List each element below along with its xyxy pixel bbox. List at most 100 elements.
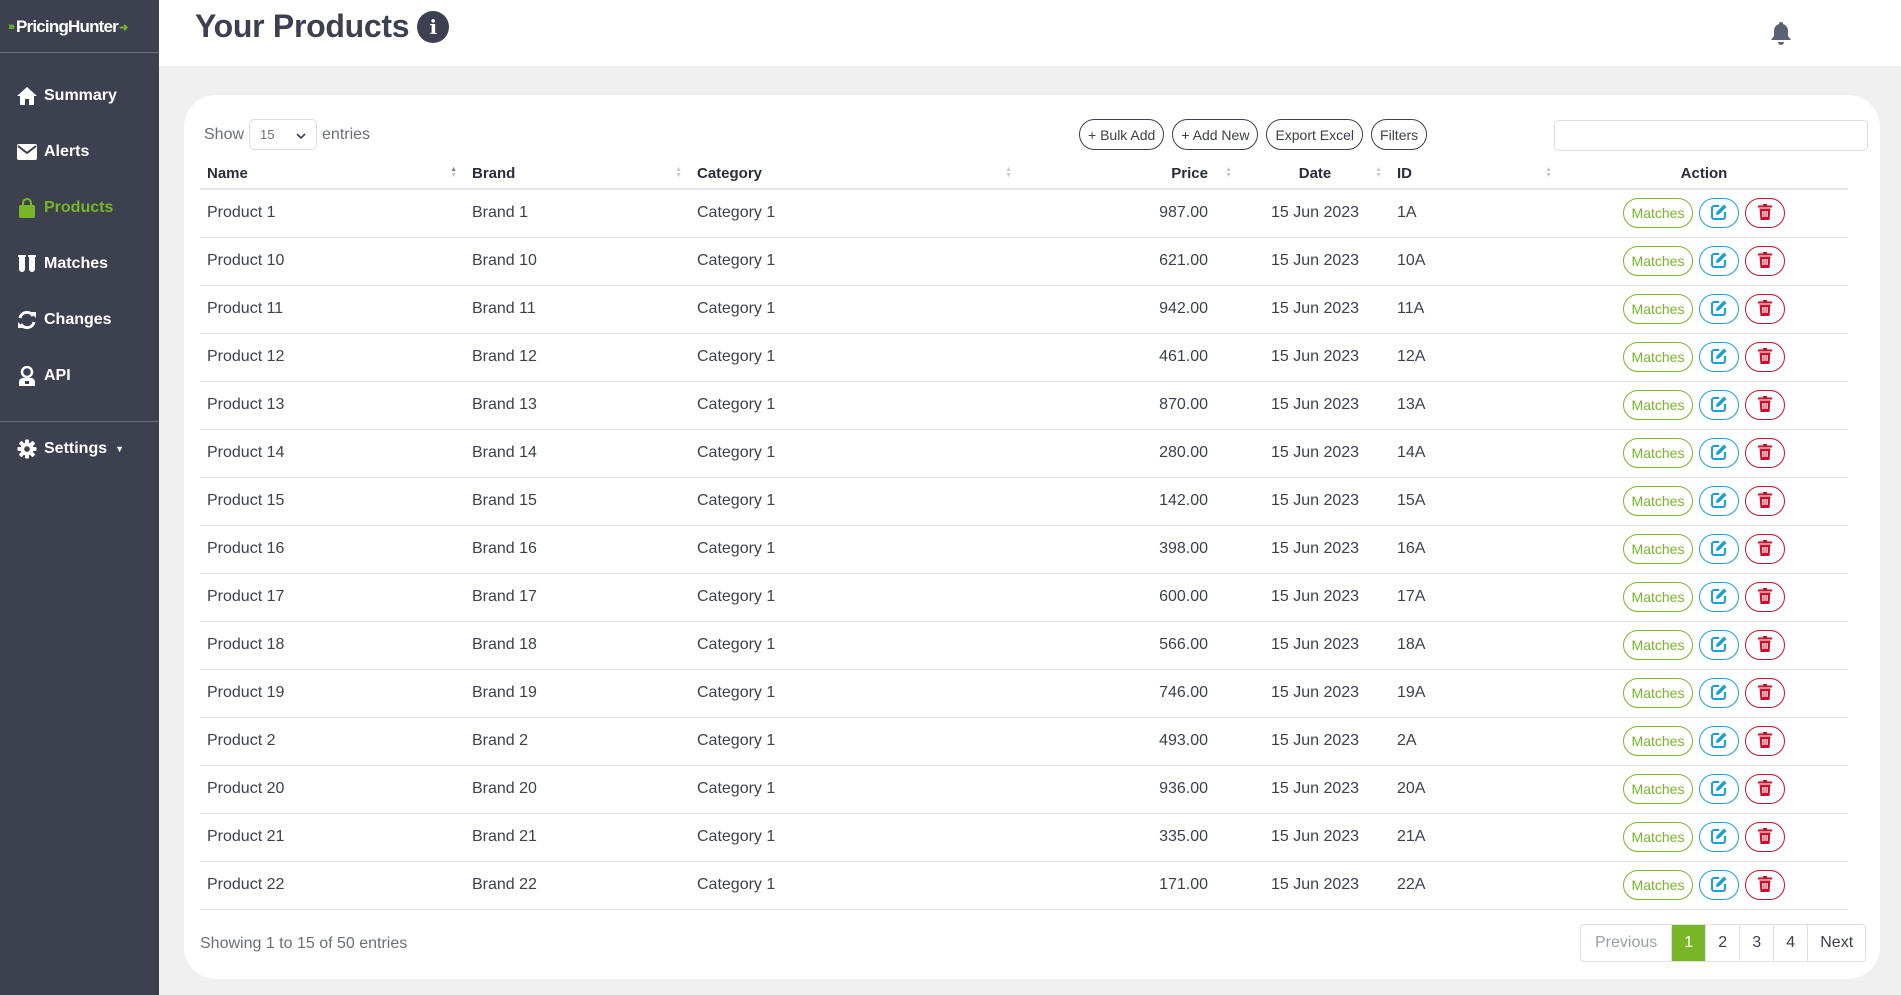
cell-name: Product 11 bbox=[200, 285, 465, 334]
edit-icon bbox=[1711, 540, 1727, 559]
entries-select[interactable]: 15 bbox=[249, 119, 318, 150]
cell-category: Category 1 bbox=[690, 573, 1020, 622]
edit-button[interactable] bbox=[1699, 246, 1740, 276]
matches-button[interactable]: Matches bbox=[1622, 774, 1694, 804]
delete-button[interactable] bbox=[1745, 486, 1786, 516]
delete-button[interactable] bbox=[1745, 774, 1786, 804]
edit-button[interactable] bbox=[1699, 774, 1740, 804]
cell-id: 17A bbox=[1390, 573, 1560, 622]
column-header-price[interactable]: Price ▲ ▼ bbox=[1020, 159, 1240, 190]
edit-button[interactable] bbox=[1699, 630, 1740, 660]
matches-button[interactable]: Matches bbox=[1622, 822, 1694, 852]
bell-icon[interactable] bbox=[1769, 20, 1795, 48]
cell-date: 15 Jun 2023 bbox=[1240, 861, 1390, 910]
edit-button[interactable] bbox=[1699, 198, 1740, 229]
delete-button[interactable] bbox=[1745, 342, 1786, 372]
cell-brand: Brand 19 bbox=[465, 669, 690, 718]
cell-action: Matches bbox=[1560, 333, 1848, 382]
sort-icon[interactable]: ▲ ▼ bbox=[1225, 166, 1232, 179]
sidebar-item-summary[interactable]: Summary bbox=[16, 83, 117, 109]
column-header-category[interactable]: Category ▲ ▼ bbox=[690, 159, 1020, 190]
edit-button[interactable] bbox=[1699, 342, 1740, 372]
column-header-date[interactable]: Date ▲ ▼ bbox=[1240, 159, 1390, 190]
pagination-page-4[interactable]: 4 bbox=[1773, 925, 1807, 961]
edit-button[interactable] bbox=[1699, 582, 1740, 612]
cell-id: 16A bbox=[1390, 525, 1560, 574]
edit-button[interactable] bbox=[1699, 726, 1740, 756]
pagination-previous[interactable]: Previous bbox=[1581, 925, 1671, 961]
sidebar-item-label: Alerts bbox=[44, 143, 90, 160]
cell-action: Matches bbox=[1560, 621, 1848, 670]
matches-button[interactable]: Matches bbox=[1622, 870, 1694, 900]
cell-date: 15 Jun 2023 bbox=[1240, 477, 1390, 526]
edit-button[interactable] bbox=[1699, 294, 1740, 324]
matches-button[interactable]: Matches bbox=[1622, 294, 1694, 324]
delete-button[interactable] bbox=[1745, 678, 1786, 708]
column-header-name[interactable]: Name ▲ ▼ bbox=[200, 159, 465, 190]
delete-button[interactable] bbox=[1745, 870, 1786, 900]
delete-button[interactable] bbox=[1745, 630, 1786, 660]
bulk-add-button[interactable]: + Bulk Add bbox=[1079, 119, 1165, 150]
sidebar-item-settings[interactable]: Settings ▼ bbox=[16, 436, 124, 462]
delete-button[interactable] bbox=[1745, 534, 1786, 564]
matches-button[interactable]: Matches bbox=[1622, 198, 1694, 229]
cell-brand: Brand 12 bbox=[465, 333, 690, 382]
export-excel-button[interactable]: Export Excel bbox=[1266, 119, 1364, 150]
delete-button[interactable] bbox=[1745, 726, 1786, 756]
filters-button[interactable]: Filters bbox=[1371, 119, 1428, 150]
pagination-next[interactable]: Next bbox=[1807, 925, 1865, 961]
search-input[interactable] bbox=[1554, 120, 1868, 151]
column-header-id[interactable]: ID ▲ ▼ bbox=[1390, 159, 1560, 190]
envelope-icon bbox=[16, 141, 38, 163]
matches-button[interactable]: Matches bbox=[1622, 246, 1694, 276]
cell-category: Category 1 bbox=[690, 765, 1020, 814]
edit-button[interactable] bbox=[1699, 870, 1740, 900]
sidebar: ››› PricingHunter ➜ Summary Alerts Produ… bbox=[0, 0, 159, 995]
edit-button[interactable] bbox=[1699, 534, 1740, 564]
matches-button[interactable]: Matches bbox=[1622, 534, 1694, 564]
delete-button[interactable] bbox=[1745, 246, 1786, 276]
matches-button[interactable]: Matches bbox=[1622, 438, 1694, 468]
info-icon[interactable]: i bbox=[417, 10, 450, 43]
cell-id: 22A bbox=[1390, 861, 1560, 910]
add-new-button[interactable]: + Add New bbox=[1172, 119, 1259, 150]
matches-button[interactable]: Matches bbox=[1622, 678, 1694, 708]
delete-button[interactable] bbox=[1745, 198, 1786, 229]
matches-button[interactable]: Matches bbox=[1622, 342, 1694, 372]
matches-button[interactable]: Matches bbox=[1622, 582, 1694, 612]
sort-icon[interactable]: ▲ ▼ bbox=[1375, 166, 1382, 179]
delete-button[interactable] bbox=[1745, 822, 1786, 852]
delete-button[interactable] bbox=[1745, 582, 1786, 612]
sidebar-item-label: Matches bbox=[44, 255, 109, 272]
matches-button[interactable]: Matches bbox=[1622, 630, 1694, 660]
column-header-brand[interactable]: Brand ▲ ▼ bbox=[465, 159, 690, 190]
sort-icon[interactable]: ▲ ▼ bbox=[1005, 166, 1012, 179]
delete-button[interactable] bbox=[1745, 390, 1786, 420]
matches-button[interactable]: Matches bbox=[1622, 390, 1694, 420]
sidebar-item-matches[interactable]: Matches bbox=[16, 251, 108, 277]
pagination-page-1[interactable]: 1 bbox=[1671, 925, 1706, 961]
sort-icon[interactable]: ▲ ▼ bbox=[1545, 166, 1552, 179]
cell-price: 398.00 bbox=[1020, 525, 1240, 574]
sidebar-item-alerts[interactable]: Alerts bbox=[16, 139, 89, 165]
sidebar-item-api[interactable]: API bbox=[16, 363, 71, 389]
pagination-page-2[interactable]: 2 bbox=[1705, 925, 1739, 961]
sidebar-item-products[interactable]: Products bbox=[16, 195, 113, 221]
delete-button[interactable] bbox=[1745, 438, 1786, 468]
matches-button[interactable]: Matches bbox=[1622, 486, 1694, 516]
sort-icon[interactable]: ▲ ▼ bbox=[675, 166, 682, 179]
delete-button[interactable] bbox=[1745, 294, 1786, 324]
sidebar-item-changes[interactable]: Changes bbox=[16, 307, 112, 333]
edit-button[interactable] bbox=[1699, 678, 1740, 708]
edit-button[interactable] bbox=[1699, 390, 1740, 420]
trash-icon bbox=[1758, 395, 1773, 415]
edit-button[interactable] bbox=[1699, 486, 1740, 516]
logo[interactable]: ››› PricingHunter ➜ bbox=[8, 16, 128, 38]
pagination-page-3[interactable]: 3 bbox=[1739, 925, 1773, 961]
edit-button[interactable] bbox=[1699, 822, 1740, 852]
edit-button[interactable] bbox=[1699, 438, 1740, 468]
matches-button[interactable]: Matches bbox=[1622, 726, 1694, 756]
cell-price: 171.00 bbox=[1020, 861, 1240, 910]
sort-ascending-icon[interactable]: ▲ ▼ bbox=[450, 166, 457, 179]
column-header-label: Name bbox=[207, 165, 248, 182]
